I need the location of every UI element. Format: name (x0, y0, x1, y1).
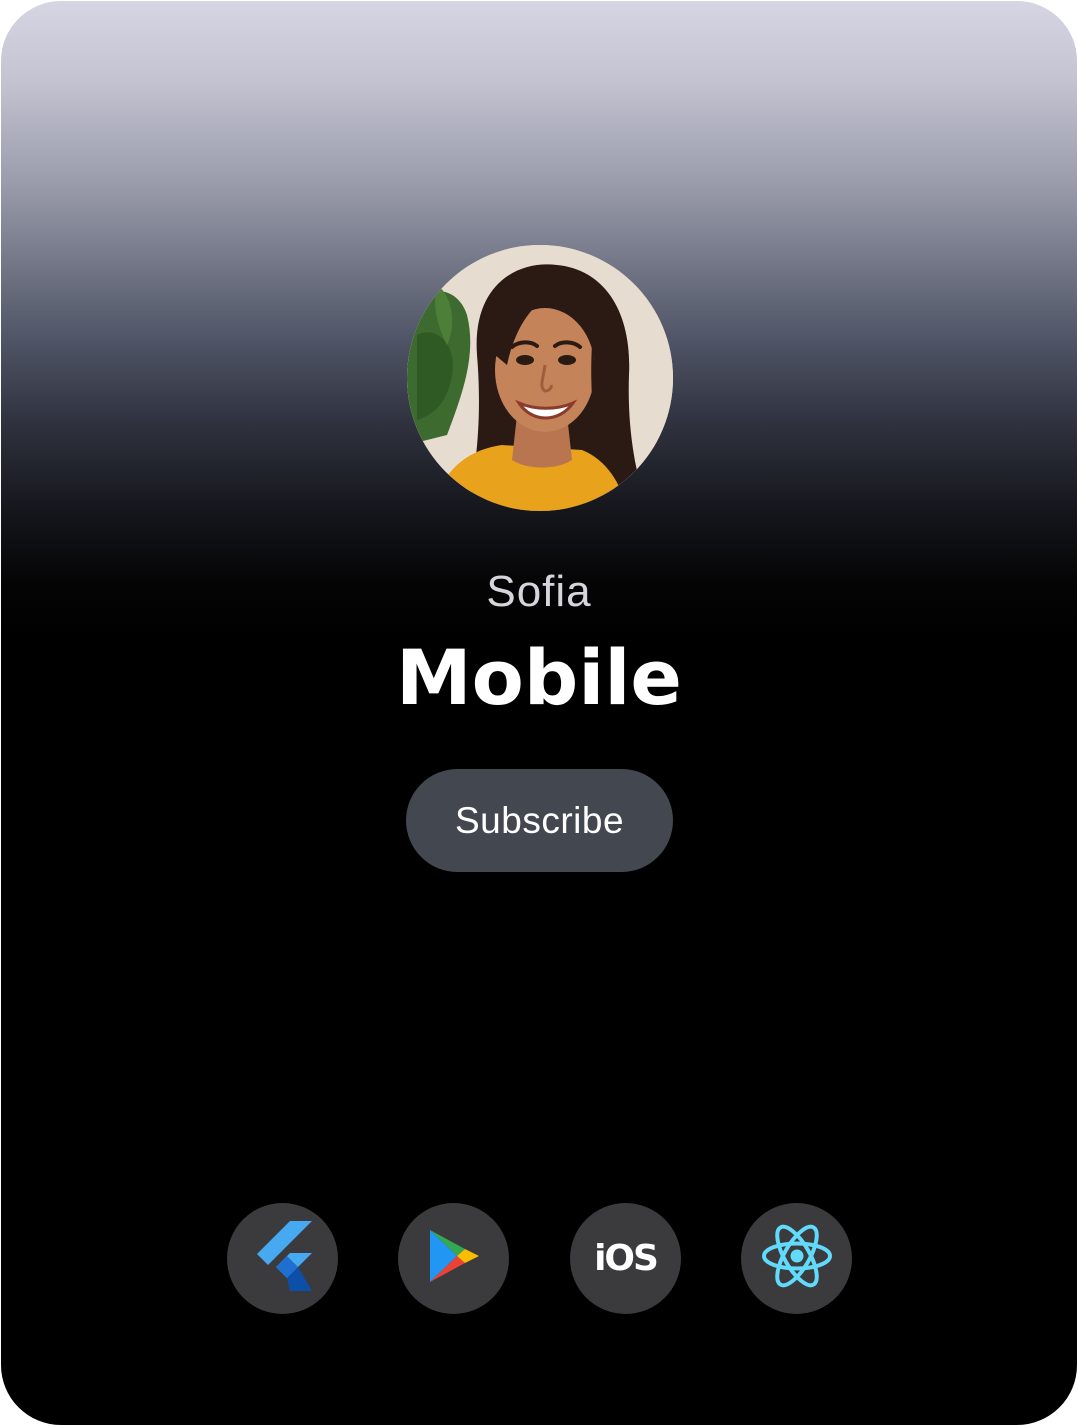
profile-category-title: Mobile (396, 633, 682, 722)
google-play-button[interactable] (398, 1203, 509, 1314)
profile-name: Sofia (486, 567, 592, 616)
profile-card: Sofia Mobile Subscribe iOS (1, 1, 1077, 1425)
subscribe-button[interactable]: Subscribe (406, 769, 673, 872)
ios-button[interactable]: iOS (570, 1203, 681, 1314)
react-icon (761, 1223, 833, 1294)
flutter-icon (254, 1221, 312, 1296)
google-play-icon (427, 1228, 481, 1289)
ios-icon: iOS (594, 1238, 659, 1279)
flutter-button[interactable] (227, 1203, 338, 1314)
react-button[interactable] (741, 1203, 852, 1314)
avatar (407, 245, 673, 511)
platform-icons: iOS (1, 1203, 1077, 1315)
